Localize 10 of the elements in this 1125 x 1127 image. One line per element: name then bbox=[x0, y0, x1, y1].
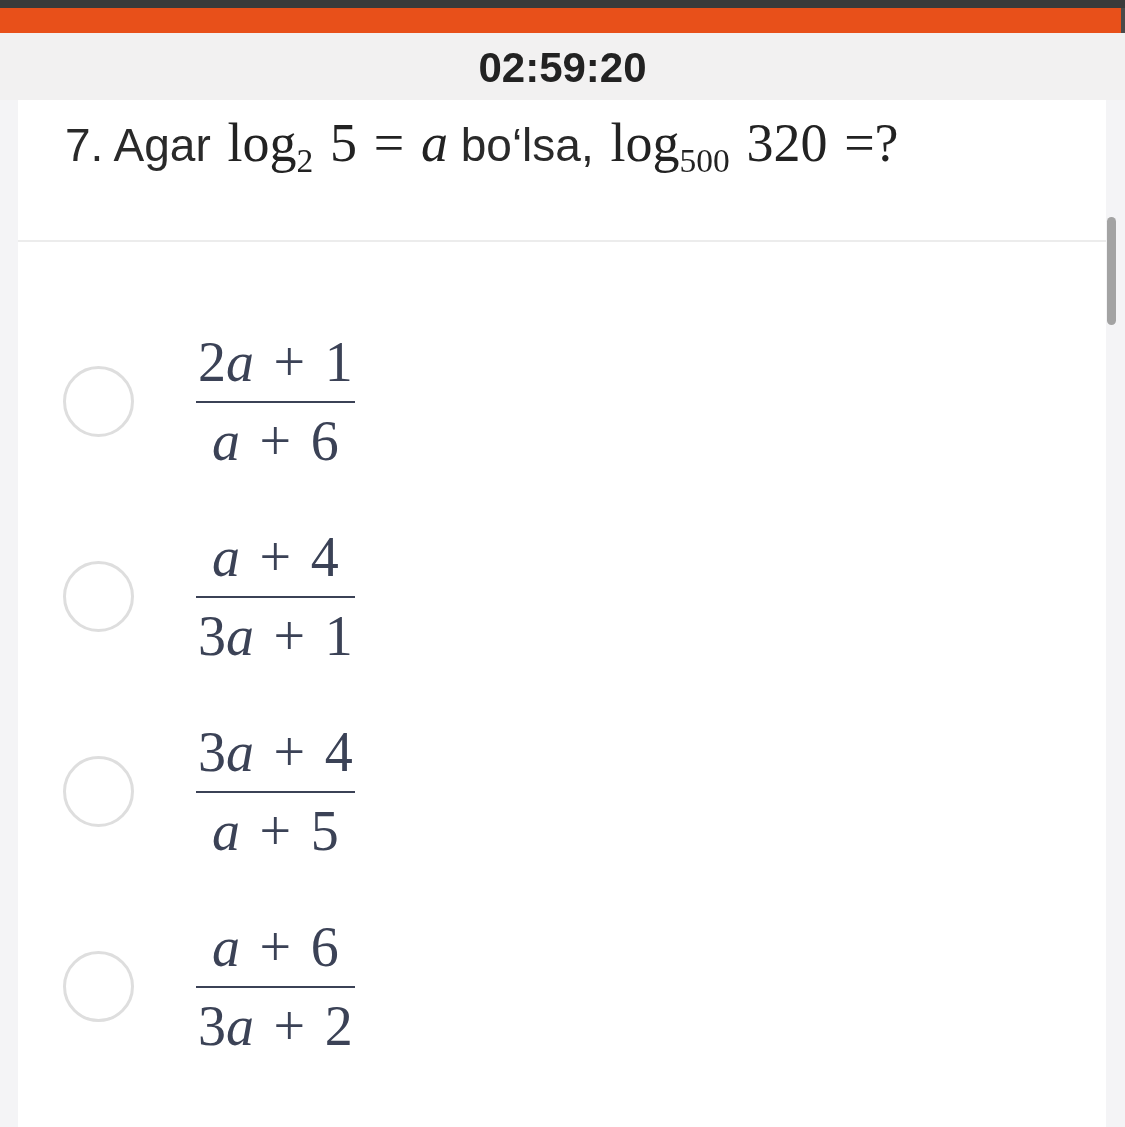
fraction-denominator: a + 6 bbox=[211, 409, 340, 469]
fraction-numerator: 3a + 4 bbox=[197, 724, 354, 785]
scrollbar-thumb[interactable] bbox=[1107, 217, 1116, 325]
timer-text: 02:59:20 bbox=[478, 44, 647, 89]
fraction-numerator: 2a + 1 bbox=[197, 334, 354, 395]
fraction-numerator: a + 4 bbox=[211, 529, 340, 590]
fraction-denominator: 3a + 1 bbox=[197, 604, 354, 664]
fraction-denominator: a + 5 bbox=[211, 799, 340, 859]
fraction-numerator: a + 6 bbox=[211, 919, 340, 980]
fraction-denominator: 3a + 2 bbox=[197, 994, 354, 1054]
